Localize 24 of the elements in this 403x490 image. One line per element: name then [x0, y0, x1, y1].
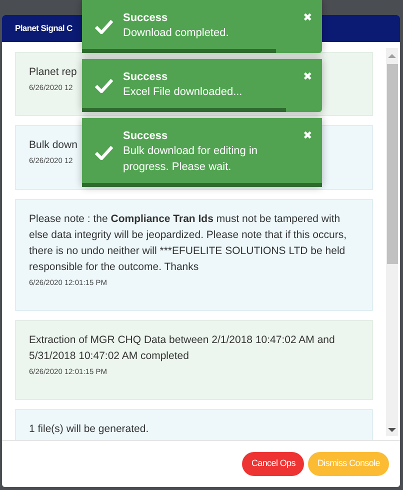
cancel-button[interactable]: Cancel Ops: [242, 452, 304, 476]
message-text: Please note : the Compliance Tran Ids must not be tampered with else data integrity will be jeopardized. Please note that if this occurs, there is no undo neither will ***EFUELITE SOLUTIONS LTD be held responsible for the outcome. Thanks: [29, 212, 348, 274]
toast-message: Bulk download for editing in progress. Please wait.: [123, 144, 259, 175]
toast-message: Excel File downloaded...: [123, 85, 244, 100]
checkmark-icon: [95, 78, 113, 93]
scrollbar[interactable]: [386, 48, 398, 436]
scrollbar-thumb[interactable]: [386, 64, 398, 264]
toast-title: Success: [123, 71, 169, 84]
close-button[interactable]: ✖: [303, 130, 312, 142]
message-text: Extraction of MGR CHQ Data between 2/1/2018 10:47:02 AM and 5/31/2018 10:47:02 AM completed: [29, 332, 336, 364]
toast-message: Download completed.: [123, 26, 230, 41]
message-text: 1 file(s) will be generated.: [29, 422, 149, 437]
toast-title: Success: [123, 12, 169, 25]
scroll-up-icon[interactable]: [388, 53, 396, 59]
dismiss-button[interactable]: Dismiss Console: [308, 452, 389, 476]
toast-title: Success: [123, 130, 169, 143]
checkmark-icon: [95, 19, 113, 34]
scroll-down-icon[interactable]: [388, 427, 396, 433]
checkmark-icon: [95, 145, 113, 160]
modal-title: Planet Signal C: [15, 22, 72, 35]
close-button[interactable]: ✖: [303, 12, 312, 24]
message-text: Bulk down: [29, 138, 78, 154]
message-text: Planet rep: [29, 65, 77, 80]
close-button[interactable]: ✖: [303, 71, 312, 83]
